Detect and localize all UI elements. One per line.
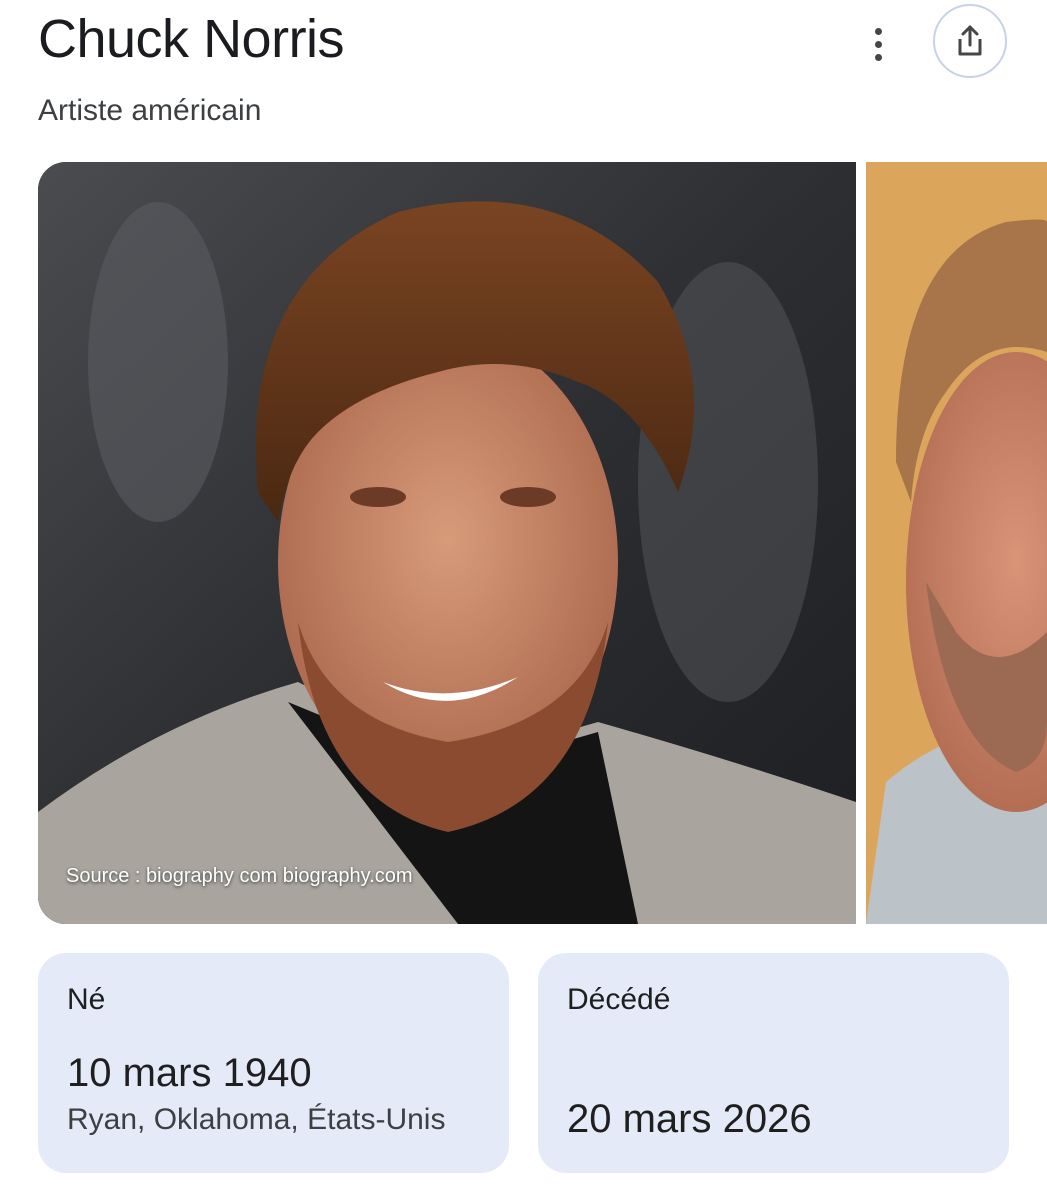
portrait-image: [38, 162, 856, 924]
image-source-caption: Source : biography com biography.com: [66, 865, 413, 887]
portrait-image-2: [866, 162, 1047, 924]
main-photo[interactable]: Source : biography com biography.com: [38, 162, 856, 924]
birth-date: 10 mars 1940: [67, 1051, 312, 1095]
born-label: Né: [67, 983, 106, 1016]
share-icon: [958, 25, 982, 56]
more-options-button[interactable]: [858, 22, 898, 66]
page-subtitle: Artiste américain: [38, 94, 262, 127]
birth-place: Ryan, Oklahoma, États-Unis: [67, 1103, 446, 1136]
died-label: Décédé: [567, 983, 671, 1016]
death-date: 20 mars 2026: [567, 1097, 812, 1141]
share-button[interactable]: [933, 4, 1007, 78]
secondary-photo[interactable]: [866, 162, 1047, 924]
page-title: Chuck Norris: [38, 9, 345, 69]
more-vert-icon: [874, 27, 882, 35]
born-card[interactable]: Né 10 mars 1940 Ryan, Oklahoma, États-Un…: [38, 953, 509, 1173]
died-card[interactable]: Décédé 20 mars 2026: [538, 953, 1009, 1173]
